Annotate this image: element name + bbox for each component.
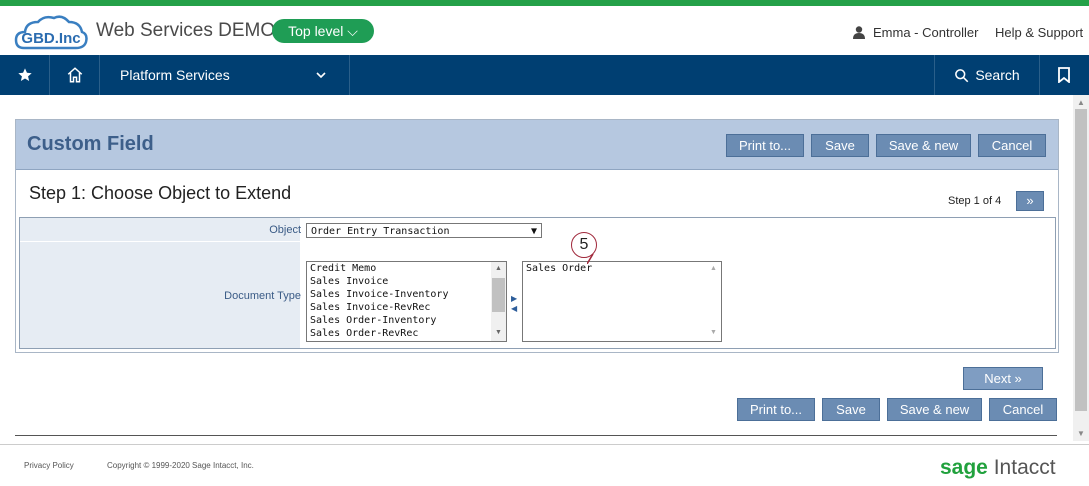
star-icon	[17, 68, 32, 81]
list-item[interactable]: Sales Invoice-Inventory	[307, 288, 506, 301]
top-level-label: Top level	[288, 23, 344, 39]
list-scrollbar-thumb[interactable]	[492, 278, 505, 312]
brand-sage: sage	[940, 456, 988, 479]
search-button[interactable]: Search	[934, 55, 1040, 95]
bottom-save-and-new-button[interactable]: Save & new	[887, 398, 982, 421]
list-scrollbar[interactable]: ▲ ▼	[491, 262, 506, 341]
scrollbar-thumb[interactable]	[1075, 109, 1087, 411]
company-logo[interactable]: GBD.Inc	[14, 14, 88, 56]
object-select[interactable]: Order Entry Transaction ▼	[306, 223, 542, 238]
step-next-button[interactable]: »	[1016, 191, 1044, 211]
selected-types-list[interactable]: Sales Order ▲ ▼	[522, 261, 722, 342]
bottom-cancel-button[interactable]: Cancel	[989, 398, 1057, 421]
scroll-up-icon: ▲	[710, 265, 717, 272]
logo-text: GBD.Inc	[21, 30, 80, 47]
available-types-list[interactable]: Credit Memo Sales Invoice Sales Invoice-…	[306, 261, 507, 342]
header: GBD.Inc Web Services DEMO Top level ⌵ Em…	[0, 6, 1089, 55]
object-select-value: Order Entry Transaction	[311, 226, 450, 237]
save-button[interactable]: Save	[811, 134, 869, 157]
list-item[interactable]: Sales Order-RevRec	[307, 327, 506, 340]
bottom-print-to-button[interactable]: Print to...	[737, 398, 815, 421]
object-label: Object	[269, 224, 301, 236]
user-icon	[853, 26, 865, 39]
scroll-up-icon[interactable]: ▲	[1073, 98, 1089, 107]
page-title: Custom Field	[27, 133, 154, 155]
footer: Privacy Policy Copyright © 1999-2020 Sag…	[0, 444, 1089, 486]
document-type-label: Document Type	[224, 290, 301, 302]
move-left-icon[interactable]: ◀	[511, 304, 517, 314]
chevron-down-icon	[316, 72, 326, 79]
chevron-down-icon: ▼	[530, 226, 537, 237]
bottom-save-button[interactable]: Save	[822, 398, 880, 421]
row-divider	[20, 241, 300, 242]
user-name: Emma - Controller	[873, 25, 979, 40]
bookmark-button[interactable]	[1039, 55, 1089, 95]
home-button[interactable]	[50, 55, 100, 95]
main-nav: Platform Services Search	[0, 55, 1089, 95]
move-arrows: ▶ ◀	[511, 294, 517, 314]
list-item[interactable]: Sales Order-Inventory	[307, 314, 506, 327]
chevron-down-icon: ⌵	[347, 23, 358, 39]
user-menu[interactable]: Emma - Controller	[853, 25, 978, 40]
cancel-button[interactable]: Cancel	[978, 134, 1046, 157]
callout-pointer	[587, 254, 594, 264]
bookmark-icon	[1058, 67, 1070, 83]
page-scrollbar[interactable]: ▲ ▼	[1073, 95, 1089, 441]
help-support-link[interactable]: Help & Support	[995, 25, 1083, 40]
top-level-button[interactable]: Top level ⌵	[272, 19, 374, 43]
list-item[interactable]: Sales Order	[523, 262, 721, 275]
scroll-down-icon[interactable]: ▼	[491, 329, 506, 336]
scroll-up-icon[interactable]: ▲	[491, 265, 506, 272]
search-label: Search	[975, 67, 1020, 83]
company-name: Web Services DEMO	[96, 20, 276, 41]
favorites-button[interactable]	[0, 55, 50, 95]
print-to-button[interactable]: Print to...	[726, 134, 804, 157]
content-divider	[15, 435, 1057, 436]
platform-services-menu[interactable]: Platform Services	[100, 55, 350, 95]
step-title: Step 1: Choose Object to Extend	[29, 183, 292, 203]
custom-field-panel: Custom Field Print to... Save Save & new…	[15, 119, 1059, 353]
home-icon	[67, 67, 82, 83]
copyright-text: Copyright © 1999-2020 Sage Intacct, Inc.	[107, 461, 254, 470]
privacy-policy-link[interactable]: Privacy Policy	[24, 461, 74, 470]
object-form: Object Order Entry Transaction ▼ Documen…	[19, 217, 1056, 349]
scroll-down-icon: ▼	[710, 329, 717, 336]
step-indicator: Step 1 of 4	[948, 195, 1002, 207]
scroll-down-icon[interactable]: ▼	[1073, 429, 1089, 438]
save-and-new-button[interactable]: Save & new	[876, 134, 971, 157]
sage-intacct-logo: sage Intacct	[940, 456, 1056, 480]
move-right-icon[interactable]: ▶	[511, 294, 517, 304]
list-scrollbar: ▲ ▼	[706, 262, 721, 341]
label-column	[20, 218, 300, 348]
next-button[interactable]: Next »	[963, 367, 1043, 390]
list-item[interactable]: Sales Invoice	[307, 275, 506, 288]
list-item[interactable]: Credit Memo	[307, 262, 506, 275]
brand-intacct: Intacct	[993, 456, 1056, 479]
panel-header: Custom Field Print to... Save Save & new…	[16, 120, 1058, 170]
search-icon	[955, 68, 969, 82]
platform-services-label: Platform Services	[120, 67, 230, 83]
list-item[interactable]: Sales Invoice-RevRec	[307, 301, 506, 314]
